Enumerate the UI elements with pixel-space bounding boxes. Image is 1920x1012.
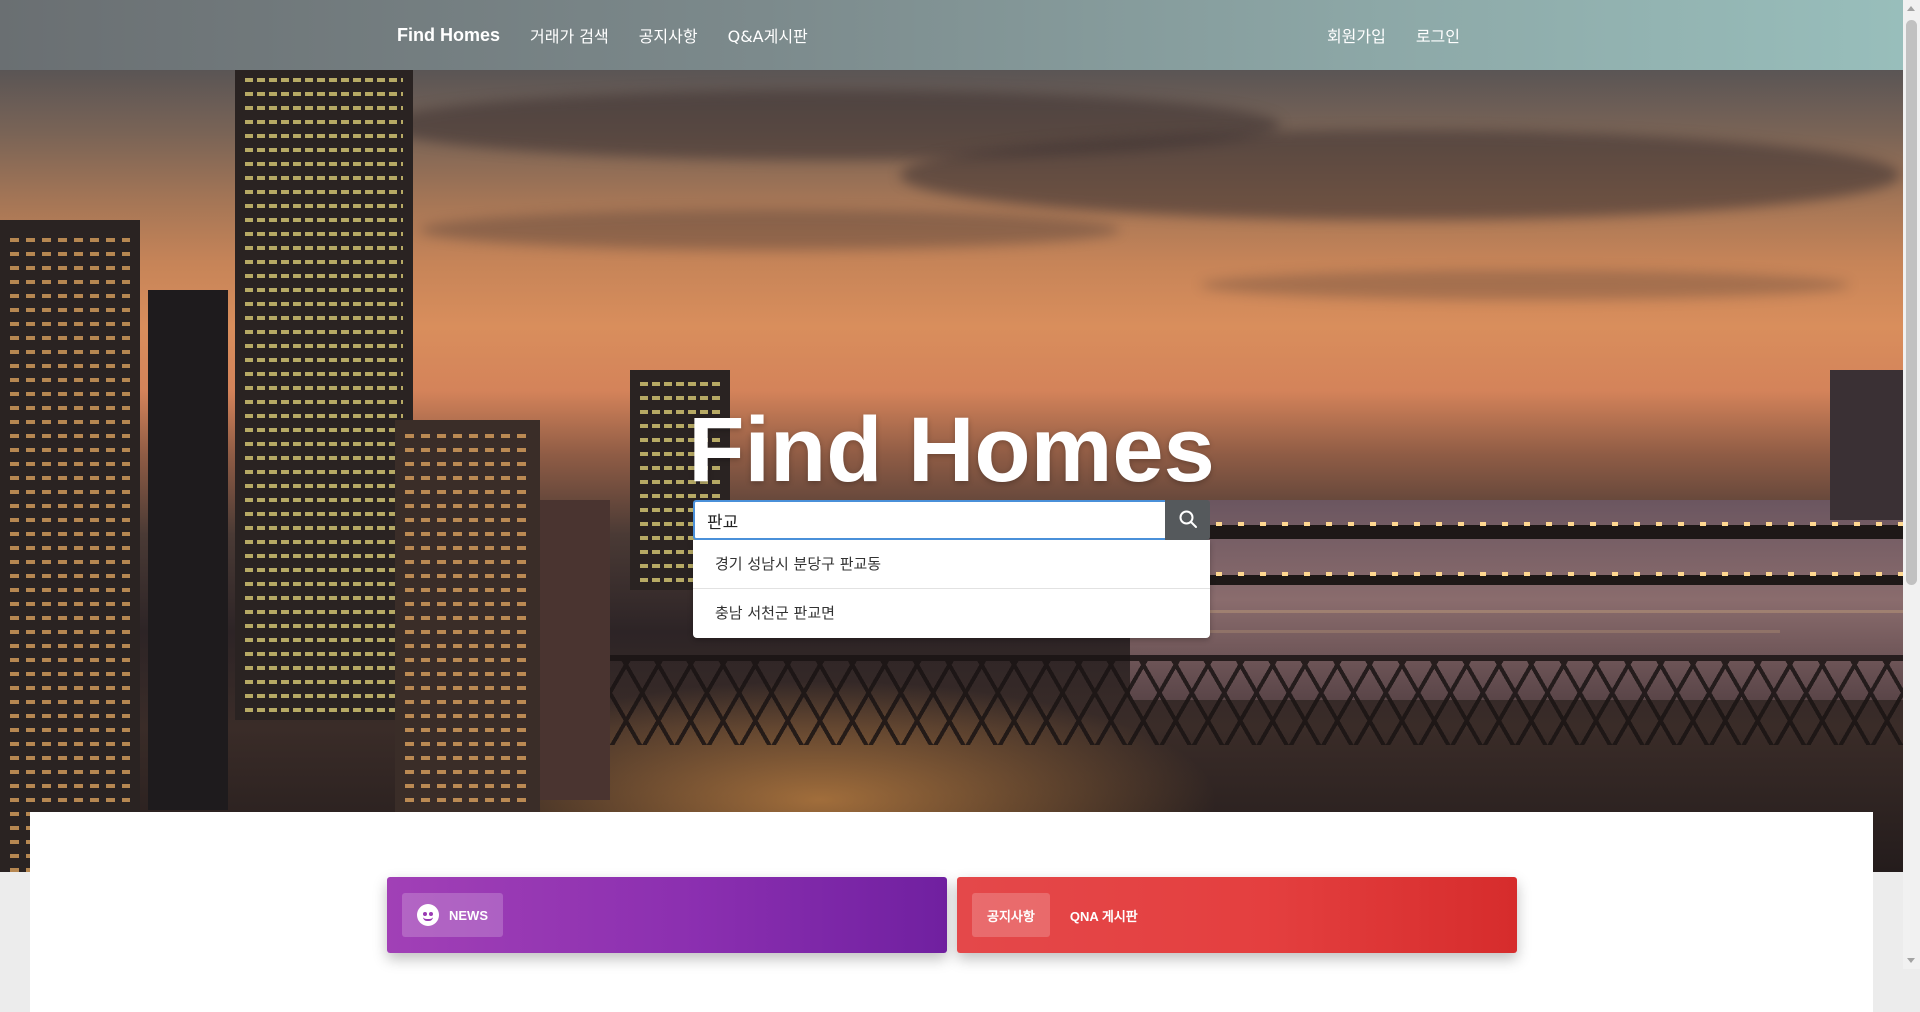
search-row <box>693 500 1210 540</box>
suggestion-item[interactable]: 충남 서천군 판교면 <box>693 589 1210 638</box>
news-label: NEWS <box>449 907 488 923</box>
navbar: Find Homes 거래가 검색 공지사항 Q&A게시판 회원가입 로그인 <box>0 0 1903 70</box>
main-content-card <box>30 812 1873 1012</box>
hero-title: Find Homes <box>688 399 1215 501</box>
nav-link-price-search[interactable]: 거래가 검색 <box>530 23 609 47</box>
news-button[interactable]: NEWS <box>402 893 503 937</box>
hero-background-cloud <box>900 130 1900 220</box>
hero-background-building <box>148 290 228 810</box>
search-box: 경기 성남시 분당구 판교동 충남 서천군 판교면 <box>693 500 1210 638</box>
hero-background-building <box>0 220 140 872</box>
hero-background-building <box>235 70 413 720</box>
nav-link-notice[interactable]: 공지사항 <box>639 23 698 47</box>
nav-right-group: 회원가입 로그인 <box>1297 23 1460 47</box>
hero-background-light-streak <box>1150 610 1903 613</box>
scroll-thumb[interactable] <box>1906 20 1917 585</box>
page-scrollbar[interactable] <box>1903 0 1920 969</box>
hero-background-bridge-lights <box>1150 572 1903 576</box>
nav-link-login[interactable]: 로그인 <box>1416 23 1460 47</box>
hero-section: Find Homes 당신의 보금자리 찾기 <box>0 70 1903 872</box>
hero-background-building <box>540 500 610 800</box>
suggestion-item[interactable]: 경기 성남시 분당구 판교동 <box>693 540 1210 589</box>
scroll-down-icon[interactable] <box>1907 958 1915 963</box>
search-input[interactable] <box>693 500 1165 540</box>
brand-link[interactable]: Find Homes <box>397 25 500 46</box>
navbar-inner: Find Homes 거래가 검색 공지사항 Q&A게시판 회원가입 로그인 <box>397 0 1460 70</box>
nav-link-qna[interactable]: Q&A게시판 <box>728 23 808 47</box>
hero-background-cloud <box>420 210 1120 250</box>
qna-link[interactable]: QNA 게시판 <box>1070 906 1138 925</box>
search-suggestions: 경기 성남시 분당구 판교동 충남 서천군 판교면 <box>693 540 1210 638</box>
news-tile: NEWS <box>387 877 947 953</box>
scroll-up-icon[interactable] <box>1907 6 1915 11</box>
search-icon <box>1178 509 1198 532</box>
hero-background-cloud <box>1200 270 1850 300</box>
nav-link-signup[interactable]: 회원가입 <box>1327 23 1386 47</box>
reddit-icon <box>417 904 439 926</box>
search-button[interactable] <box>1165 500 1210 540</box>
hero-background-bridge <box>1150 575 1903 585</box>
hero-background-light-streak <box>1180 630 1780 633</box>
notice-button[interactable]: 공지사항 <box>972 893 1050 937</box>
notice-tile: 공지사항 QNA 게시판 <box>957 877 1517 953</box>
hero-background-truss-bridge <box>610 655 1903 745</box>
